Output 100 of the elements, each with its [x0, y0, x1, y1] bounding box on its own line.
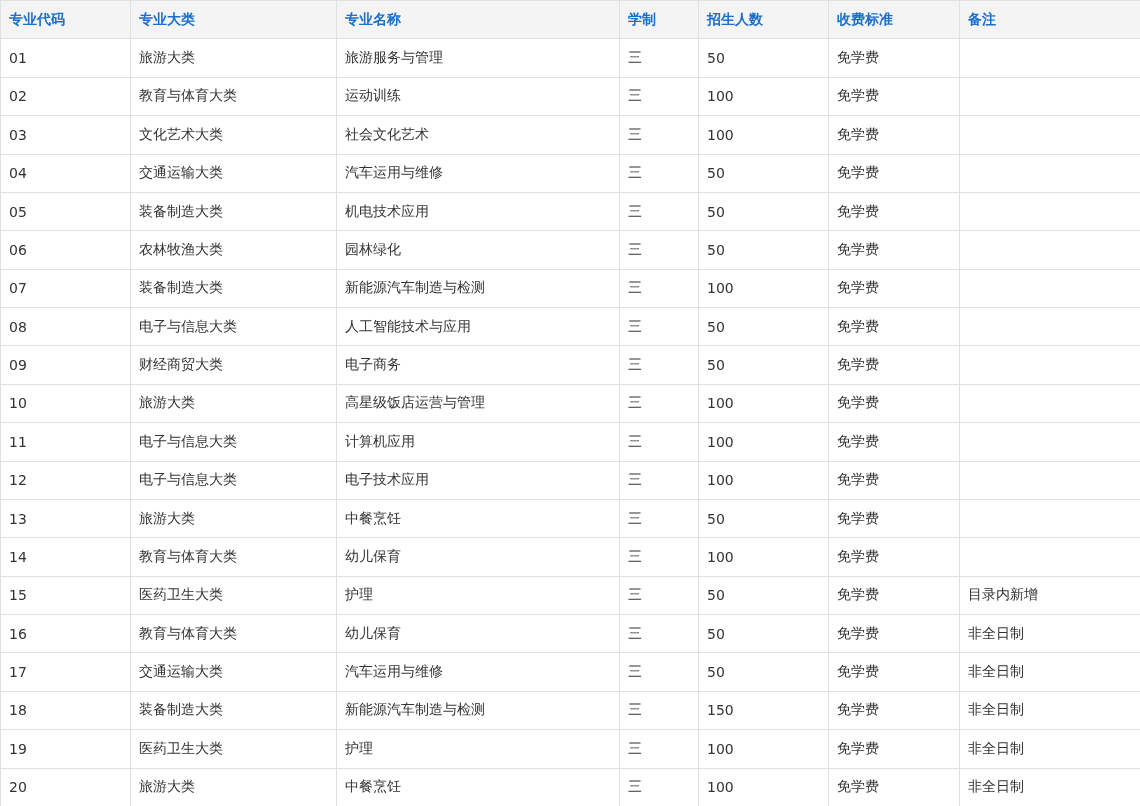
table-cell: 13 [0, 499, 131, 538]
table-cell: 50 [698, 345, 829, 385]
table-cell: 免学费 [828, 422, 960, 461]
table-cell: 免学费 [828, 230, 960, 270]
table-cell: 三 [619, 691, 699, 730]
table-cell: 100 [698, 115, 829, 154]
table-cell: 03 [0, 115, 131, 154]
table-cell: 医药卫生大类 [130, 576, 337, 615]
table-cell: 免学费 [828, 729, 960, 768]
table-cell: 19 [0, 729, 131, 768]
column-header: 专业大类 [130, 0, 337, 39]
table-cell: 医药卫生大类 [130, 729, 337, 768]
table-cell: 旅游服务与管理 [336, 38, 620, 78]
table-cell: 旅游大类 [130, 499, 337, 538]
table-cell: 农林牧渔大类 [130, 230, 337, 270]
table-cell: 教育与体育大类 [130, 537, 337, 577]
table-cell: 50 [698, 192, 829, 231]
table-cell: 人工智能技术与应用 [336, 307, 620, 346]
table-cell: 装备制造大类 [130, 192, 337, 231]
column-header: 招生人数 [698, 0, 829, 39]
table-cell: 装备制造大类 [130, 269, 337, 308]
table-cell: 三 [619, 537, 699, 577]
table-cell: 免学费 [828, 461, 960, 500]
table-cell: 50 [698, 230, 829, 270]
table-cell: 20 [0, 768, 131, 806]
table-cell: 100 [698, 461, 829, 500]
table-cell: 100 [698, 384, 829, 423]
column-header: 收费标准 [828, 0, 960, 39]
table-cell: 免学费 [828, 77, 960, 116]
table-cell: 三 [619, 269, 699, 308]
table-cell: 护理 [336, 576, 620, 615]
table-cell: 新能源汽车制造与检测 [336, 269, 620, 308]
table-cell: 三 [619, 154, 699, 193]
column-header: 学制 [619, 0, 699, 39]
table-cell: 交通运输大类 [130, 652, 337, 692]
table-cell: 05 [0, 192, 131, 231]
table-cell: 11 [0, 422, 131, 461]
table-cell: 100 [698, 537, 829, 577]
table-cell: 汽车运用与维修 [336, 652, 620, 692]
table-cell: 17 [0, 652, 131, 692]
table-cell: 汽车运用与维修 [336, 154, 620, 193]
table-cell: 社会文化艺术 [336, 115, 620, 154]
table-cell: 教育与体育大类 [130, 614, 337, 653]
table-cell: 08 [0, 307, 131, 346]
table-cell: 电子与信息大类 [130, 461, 337, 500]
table-cell: 幼儿保育 [336, 537, 620, 577]
table-cell: 文化艺术大类 [130, 115, 337, 154]
table-cell: 电子与信息大类 [130, 307, 337, 346]
table-cell: 三 [619, 652, 699, 692]
table-cell: 06 [0, 230, 131, 270]
table-cell: 新能源汽车制造与检测 [336, 691, 620, 730]
table-cell: 运动训练 [336, 77, 620, 116]
table-cell: 18 [0, 691, 131, 730]
table-cell: 电子技术应用 [336, 461, 620, 500]
table-cell: 三 [619, 230, 699, 270]
table-cell: 50 [698, 576, 829, 615]
table-cell: 三 [619, 729, 699, 768]
table-cell: 三 [619, 499, 699, 538]
table-cell: 50 [698, 652, 829, 692]
table-cell: 免学费 [828, 691, 960, 730]
table-cell: 电子与信息大类 [130, 422, 337, 461]
table-cell: 三 [619, 307, 699, 346]
table-cell: 09 [0, 345, 131, 385]
table-cell: 12 [0, 461, 131, 500]
table-cell: 免学费 [828, 384, 960, 423]
table-cell: 150 [698, 691, 829, 730]
table-cell: 15 [0, 576, 131, 615]
table-cell: 免学费 [828, 115, 960, 154]
table-cell: 三 [619, 38, 699, 78]
table-cell: 免学费 [828, 614, 960, 653]
table-cell: 三 [619, 115, 699, 154]
table-cell: 100 [698, 269, 829, 308]
table-cell: 园林绿化 [336, 230, 620, 270]
table-cell: 旅游大类 [130, 384, 337, 423]
table-cell: 三 [619, 384, 699, 423]
table-cell: 三 [619, 614, 699, 653]
table-cell: 07 [0, 269, 131, 308]
table-cell: 免学费 [828, 269, 960, 308]
table-cell: 10 [0, 384, 131, 423]
table-cell: 100 [698, 422, 829, 461]
table-cell: 免学费 [828, 537, 960, 577]
table-cell: 免学费 [828, 345, 960, 385]
table-cell: 50 [698, 307, 829, 346]
table-cell: 三 [619, 192, 699, 231]
table-cell: 14 [0, 537, 131, 577]
table-cell: 16 [0, 614, 131, 653]
table-cell: 高星级饭店运营与管理 [336, 384, 620, 423]
table-cell: 100 [698, 729, 829, 768]
table-cell: 财经商贸大类 [130, 345, 337, 385]
table-cell: 50 [698, 154, 829, 193]
table-cell: 01 [0, 38, 131, 78]
table-cell: 04 [0, 154, 131, 193]
table-cell: 计算机应用 [336, 422, 620, 461]
column-header: 备注 [959, 0, 1140, 39]
table-cell: 护理 [336, 729, 620, 768]
table-cell: 三 [619, 422, 699, 461]
column-header: 专业名称 [336, 0, 620, 39]
table-cell: 三 [619, 576, 699, 615]
table-cell: 免学费 [828, 38, 960, 78]
table-cell: 免学费 [828, 499, 960, 538]
